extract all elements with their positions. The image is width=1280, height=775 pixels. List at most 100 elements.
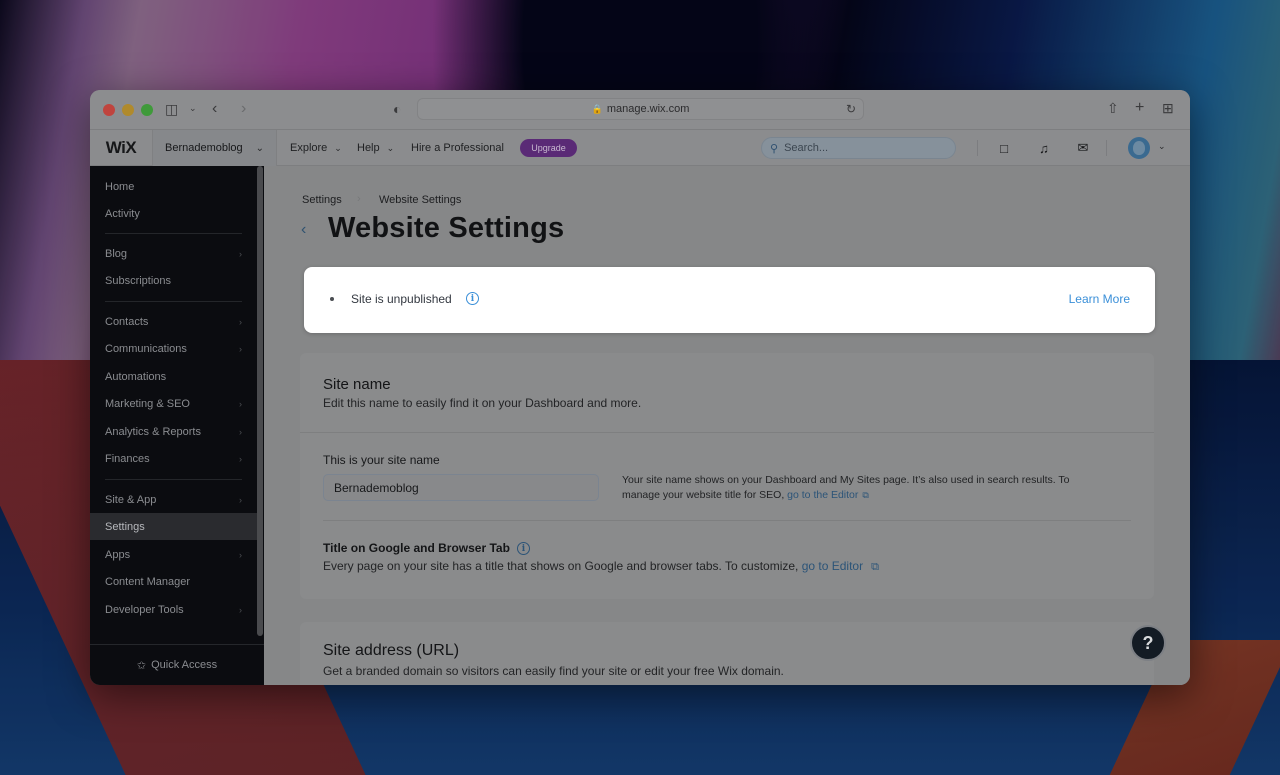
sidebar-item-blog[interactable]: Blog ›: [90, 240, 257, 267]
address-bar[interactable]: 🔒 manage.wix.com ↻: [417, 98, 864, 120]
site-selector[interactable]: Bernademoblog ⌄: [153, 130, 277, 166]
site-name-label: This is your site name: [323, 453, 440, 467]
search-placeholder: Search...: [784, 142, 829, 154]
info-icon[interactable]: i: [466, 292, 479, 305]
external-link-icon: ⧉: [871, 561, 879, 573]
chevron-down-icon: ⌄: [386, 142, 395, 153]
share-icon[interactable]: ⇧: [1107, 101, 1119, 115]
main-content: Settings › Website Settings ‹ Website Se…: [264, 166, 1190, 685]
sidebar-item-apps[interactable]: Apps ›: [90, 541, 257, 568]
sidebar-item-automations[interactable]: Automations: [90, 363, 257, 390]
site-status-text: Site is unpublished: [351, 292, 452, 306]
sidebar-scrollbar[interactable]: [257, 166, 263, 636]
bell-icon[interactable]: ♫: [1036, 140, 1052, 156]
go-to-editor-link[interactable]: go to Editor: [802, 559, 863, 573]
chat-icon[interactable]: □: [996, 140, 1012, 156]
site-name: Bernademoblog: [165, 142, 243, 154]
nav-help[interactable]: Help ⌄: [357, 130, 394, 166]
sidebar-item-label: Automations: [105, 370, 167, 383]
sidebar-item-label: Analytics & Reports: [105, 425, 201, 438]
sidebar-item-label: Activity: [105, 207, 140, 220]
chevron-down-icon[interactable]: ⌄: [1158, 141, 1166, 152]
nav-hire-professional[interactable]: Hire a Professional: [411, 130, 504, 166]
back-arrow-icon[interactable]: ‹: [301, 221, 306, 239]
sidebar-item-subscriptions[interactable]: Subscriptions: [90, 267, 257, 294]
quick-access-button[interactable]: ✩ Quick Access: [90, 644, 264, 685]
sidebar-item-contacts[interactable]: Contacts ›: [90, 308, 257, 335]
back-nav-icon[interactable]: ‹: [212, 101, 217, 117]
nav-explore-label: Explore: [290, 142, 328, 154]
upgrade-button[interactable]: Upgrade: [520, 139, 577, 157]
forward-nav-icon[interactable]: ›: [241, 101, 246, 117]
sidebar-item-settings[interactable]: Settings: [90, 513, 257, 540]
megaphone-icon[interactable]: ✉: [1075, 140, 1091, 156]
sidebar-item-label: Marketing & SEO: [105, 397, 190, 410]
site-status-banner: Site is unpublished i Learn More: [304, 267, 1155, 333]
google-title-text: Title on Google and Browser Tab: [323, 541, 510, 555]
chevron-right-icon: ›: [239, 343, 242, 354]
help-button[interactable]: ?: [1130, 625, 1166, 661]
page-title: Website Settings: [328, 212, 565, 244]
browser-window: ◫ ⌄ ‹ › ◐ 🔒 manage.wix.com ↻ ⇧ + ⊞ WiX B…: [90, 90, 1190, 685]
shield-icon[interactable]: ◐: [393, 102, 401, 116]
sidebar-item-communications[interactable]: Communications ›: [90, 335, 257, 362]
chevron-right-icon: ›: [239, 604, 242, 615]
close-window-button[interactable]: [103, 103, 115, 116]
chevron-right-icon: ›: [239, 248, 242, 259]
chevron-down-icon: ⌄: [334, 142, 342, 153]
quick-access-icon: ✩: [136, 659, 147, 672]
sidebar-divider: [105, 479, 242, 480]
breadcrumb-current: Website Settings: [379, 194, 462, 206]
wix-logo[interactable]: WiX: [90, 130, 153, 166]
sidebar-item-label: Home: [105, 180, 135, 193]
card-divider: [300, 432, 1154, 433]
card-title: Site address (URL): [323, 642, 460, 659]
google-desc-text: Every page on your site has a title that…: [323, 559, 802, 573]
chevron-right-icon: ›: [239, 426, 242, 437]
sidebar-toggle-icon[interactable]: ◫: [165, 102, 178, 116]
sidebar-item-label: Settings: [105, 520, 145, 533]
sidebar-item-marketing-seo[interactable]: Marketing & SEO ›: [90, 390, 257, 417]
divider: [1106, 140, 1107, 156]
tab-overview-icon[interactable]: ⊞: [1162, 101, 1174, 115]
minimize-window-button[interactable]: [122, 103, 134, 116]
google-title-heading: Title on Google and Browser Tab i: [323, 541, 530, 556]
new-tab-icon[interactable]: +: [1135, 100, 1144, 116]
nav-hire-label: Hire a Professional: [411, 142, 504, 154]
sidebar-item-label: Developer Tools: [105, 603, 184, 616]
breadcrumb-settings[interactable]: Settings: [302, 194, 342, 206]
sidebar-item-analytics-reports[interactable]: Analytics & Reports ›: [90, 418, 257, 445]
go-to-editor-link[interactable]: go to the Editor: [787, 489, 858, 501]
chevron-right-icon: ›: [239, 316, 242, 327]
avatar[interactable]: [1128, 137, 1150, 159]
chevron-down-icon[interactable]: ⌄: [189, 104, 197, 113]
sidebar-item-content-manager[interactable]: Content Manager: [90, 568, 257, 595]
learn-more-link[interactable]: Learn More: [1069, 292, 1130, 306]
sidebar-item-label: Site & App: [105, 493, 157, 506]
nav-explore[interactable]: Explore ⌄: [290, 130, 342, 166]
sidebar-divider: [105, 301, 242, 302]
reload-icon[interactable]: ↻: [846, 102, 856, 116]
external-link-icon: ⧉: [862, 489, 869, 500]
chevron-right-icon: ›: [239, 549, 242, 560]
sidebar-item-label: Communications: [105, 342, 187, 355]
sidebar-item-label: Contacts: [105, 315, 149, 328]
sidebar-item-label: Apps: [105, 548, 131, 561]
info-icon[interactable]: i: [516, 542, 530, 556]
site-address-card: Site address (URL) Get a branded domain …: [300, 622, 1154, 685]
sidebar-item-finances[interactable]: Finances ›: [90, 445, 257, 472]
site-name-input[interactable]: Bernademoblog: [323, 474, 599, 501]
sidebar-item-home[interactable]: Home: [90, 173, 257, 200]
status-dot: [330, 297, 334, 301]
nav-help-label: Help: [357, 142, 380, 154]
search-input[interactable]: ⚲ Search...: [761, 137, 956, 159]
window-controls: [103, 103, 153, 116]
sidebar-item-activity[interactable]: Activity: [90, 200, 257, 227]
zoom-window-button[interactable]: [141, 103, 153, 116]
sidebar-item-label: Subscriptions: [105, 274, 172, 287]
quick-access-label: Quick Access: [151, 659, 218, 671]
sidebar-item-site-app[interactable]: Site & App ›: [90, 486, 257, 513]
sidebar-item-developer-tools[interactable]: Developer Tools ›: [90, 596, 257, 623]
sidebar-item-label: Blog: [105, 247, 128, 260]
chevron-down-icon: ⌄: [255, 142, 264, 154]
